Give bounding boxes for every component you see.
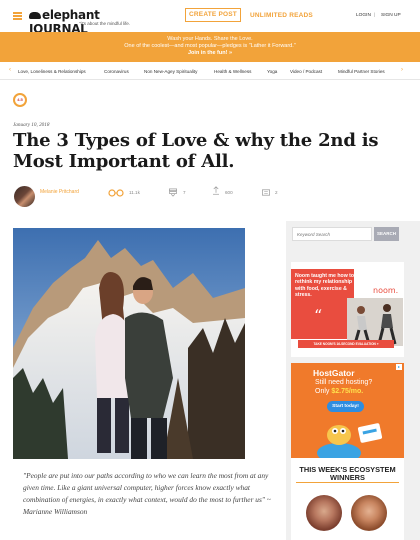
header-separator: |: [374, 13, 376, 18]
category-health-wellness[interactable]: Health & Wellness: [214, 69, 251, 74]
noom-logo: noom.: [373, 286, 399, 295]
gator-mascot-image: [317, 423, 383, 458]
comments-count: 7: [183, 190, 186, 195]
category-video-podcast[interactable]: Video / Podcast: [290, 69, 322, 74]
article-quote: "People are put into our paths according…: [23, 471, 271, 516]
mountain-couple-photo: [13, 228, 245, 459]
hostgator-headline: Still need hosting?: [315, 379, 373, 386]
login-link[interactable]: LOGIN: [356, 13, 371, 18]
unlimited-reads-link[interactable]: UNLIMITED READS: [250, 12, 313, 19]
hostgator-start-button[interactable]: Start today!: [327, 401, 364, 412]
reads-count: 11.1k: [129, 190, 140, 195]
quote-icon: “: [314, 306, 323, 325]
category-yoga[interactable]: Yoga: [267, 69, 277, 74]
category-nav: ‹ Love, Loneliness & Relationships Coron…: [0, 62, 420, 80]
rating-badge: 4.5: [13, 93, 27, 107]
noom-runners-image: [347, 298, 403, 346]
site-logo[interactable]: elephant JOURNAL "it's about the mindful…: [29, 8, 159, 36]
noom-cta-button[interactable]: TAKE NOOM'S 16-SECOND EVALUATION »: [298, 340, 394, 348]
category-love-relationships[interactable]: Love, Loneliness & Relationships: [18, 69, 86, 74]
upload-heart-icon[interactable]: [211, 186, 221, 195]
rating-badge-value: 4.5: [17, 97, 23, 102]
ecosystem-title: THIS WEEK'S ECOSYSTEM WINNERS: [299, 465, 396, 483]
article-title: The 3 Types of Love & why the 2nd is Mos…: [13, 130, 379, 172]
site-header: elephant JOURNAL "it's about the mindful…: [0, 0, 420, 36]
logo-tagline: "it's about the mindful life.: [79, 21, 130, 26]
create-post-button[interactable]: CREATE POST: [185, 8, 241, 22]
hearts-count: 600: [225, 190, 233, 195]
search-button[interactable]: SEARCH: [374, 227, 399, 241]
author-name[interactable]: Melanie Pritchard: [40, 189, 79, 195]
share-icon[interactable]: [261, 188, 271, 197]
chevron-left-icon[interactable]: ‹: [9, 67, 11, 73]
banner-join-link[interactable]: Join in the fun! »: [0, 50, 420, 56]
ecosystem-divider: [296, 482, 399, 483]
hostgator-price: $2.75/mo.: [331, 388, 364, 395]
keyword-search-input[interactable]: [292, 227, 372, 241]
hostgator-price-line: Only $2.75/mo.: [315, 388, 364, 395]
category-spirituality[interactable]: Non New-Agey Spirituality: [144, 69, 197, 74]
glasses-icon: [108, 189, 124, 197]
sign-up-link[interactable]: SIGN UP: [381, 13, 401, 18]
banner-line-2: One of the coolest—and most popular—pled…: [124, 43, 296, 49]
chevron-right-icon[interactable]: ›: [401, 67, 403, 73]
article-date: January 10, 2018: [13, 122, 50, 128]
banner-line-1: Wash your Hands. Share the Love.: [167, 36, 253, 42]
ad-choices-icon[interactable]: ▸: [396, 364, 402, 370]
category-coronavirus[interactable]: Coronavirus: [104, 69, 129, 74]
noom-ad-text: Noom taught me how to rethink my relatio…: [295, 273, 355, 299]
winner-avatar-2[interactable]: [351, 495, 387, 531]
ecosystem-winners: THIS WEEK'S ECOSYSTEM WINNERS: [291, 458, 404, 540]
shares-count: 2: [275, 190, 278, 195]
category-mindful-partner[interactable]: Mindful Partner Stories: [338, 69, 385, 74]
elephant-icon: [29, 12, 41, 19]
hostgator-ad[interactable]: ▸ HostGator Still need hosting? Only $2.…: [291, 363, 404, 458]
article-hero-image: [13, 228, 245, 459]
hostgator-brand: HostGator: [313, 368, 355, 378]
comment-stack-icon[interactable]: [168, 188, 178, 197]
author-avatar[interactable]: [14, 186, 35, 207]
promo-banner: Wash your Hands. Share the Love. One of …: [0, 32, 420, 62]
noom-ad[interactable]: Noom taught me how to rethink my relatio…: [291, 262, 404, 357]
winner-avatar-1[interactable]: [306, 495, 342, 531]
hamburger-menu-icon[interactable]: [13, 12, 22, 20]
